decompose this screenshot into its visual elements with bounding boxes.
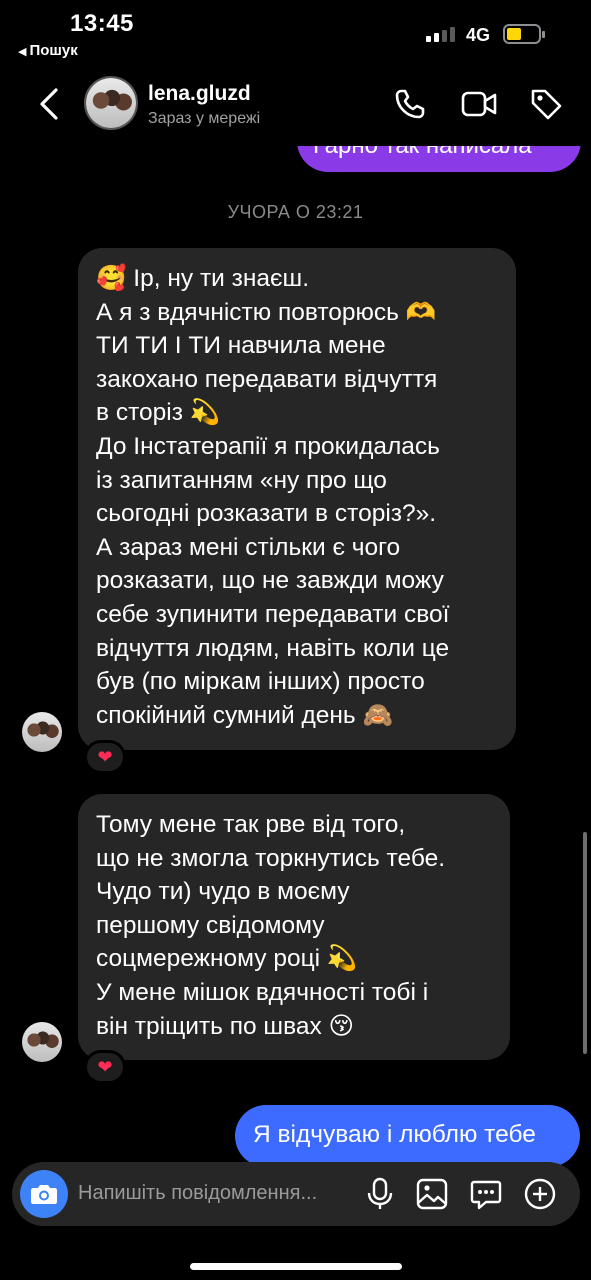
message-text: Я відчуваю і люблю тебе (253, 1121, 536, 1148)
message-input[interactable]: Напишіть повідомлення... (78, 1182, 317, 1205)
microphone-icon[interactable] (362, 1176, 398, 1212)
message-line: був (по міркам інших) просто (96, 668, 425, 696)
back-to-app-link[interactable]: ◀ Пошук (18, 42, 78, 59)
back-triangle-icon: ◀ (18, 46, 27, 58)
contact-username[interactable]: lena.gluzd (148, 82, 251, 106)
network-type: 4G (466, 25, 491, 45)
message-line: відчуття людям, навіть коли це (96, 634, 450, 662)
message-line: А я з вдячністю повторюсь 🫶 (96, 298, 437, 326)
contact-avatar[interactable] (84, 76, 138, 130)
message-line: Тому мене так рве від того, (96, 811, 406, 838)
message-line: закохано передавати відчуття (96, 365, 438, 393)
incoming-message[interactable]: Тому мене так рве від того, що не змогла… (78, 794, 510, 1060)
message-line: 🥰 Ір, ну ти знаєш. (96, 265, 310, 292)
message-line: що не змогла торкнутись тебе. (96, 844, 446, 872)
message-line: До Інстатерапії я прокидалась (96, 432, 440, 460)
message-line: він тріщить по швах 😚 (96, 1012, 355, 1040)
back-chevron-icon[interactable] (34, 84, 66, 124)
message-composer: Напишіть повідомлення... (12, 1162, 580, 1226)
date-separator: УЧОРА О 23:21 (227, 202, 364, 222)
message-line: спокійний сумний день 🙈 (96, 701, 394, 729)
back-app-label: Пошук (29, 42, 78, 59)
plus-icon[interactable] (522, 1176, 558, 1212)
home-indicator[interactable] (190, 1263, 402, 1270)
contact-online-status: Зараз у мережі (148, 110, 261, 127)
message-line: сьогодні розказати в сторіз?». (96, 500, 437, 528)
chat-header: lena.gluzd Зараз у мережі (0, 64, 591, 146)
sender-avatar[interactable] (22, 712, 62, 752)
status-bar: 13:45 ◀ Пошук 4G (0, 0, 591, 64)
message-line: в сторіз 💫 (96, 399, 221, 427)
message-line: ТИ ТИ І ТИ навчила мене (96, 332, 386, 360)
message-line: А зараз мені стільки є чого (96, 533, 401, 561)
incoming-message[interactable]: 🥰 Ір, ну ти знаєш. А я з вдячністю повто… (78, 248, 516, 750)
battery-icon (503, 24, 545, 44)
message-line: із запитанням «ну про що (96, 466, 387, 494)
message-line: себе зупинити передавати свої (96, 600, 450, 628)
sticker-icon[interactable] (468, 1176, 504, 1212)
scrollbar[interactable] (583, 832, 587, 1054)
message-line: першому свідомому (96, 911, 325, 939)
phone-icon[interactable] (392, 86, 428, 122)
tag-icon[interactable] (528, 86, 564, 122)
heart-reaction-icon[interactable]: ❤ (84, 740, 126, 774)
signal-strength-icon (426, 26, 458, 42)
message-line: розказати, що не завжди можу (96, 567, 444, 595)
message-line: У мене мішок вдячності тобі і (96, 978, 429, 1006)
message-line: соцмережному році 💫 (96, 945, 358, 973)
outgoing-message[interactable]: Я відчуваю і люблю тебе (235, 1105, 580, 1167)
camera-icon[interactable] (20, 1170, 68, 1218)
sender-avatar[interactable] (22, 1022, 62, 1062)
heart-reaction-icon[interactable]: ❤ (84, 1050, 126, 1084)
gallery-icon[interactable] (414, 1176, 450, 1212)
message-line: Чудо ти) чудо в моєму (96, 878, 350, 906)
status-time: 13:45 (70, 10, 134, 37)
video-camera-icon[interactable] (460, 86, 497, 122)
